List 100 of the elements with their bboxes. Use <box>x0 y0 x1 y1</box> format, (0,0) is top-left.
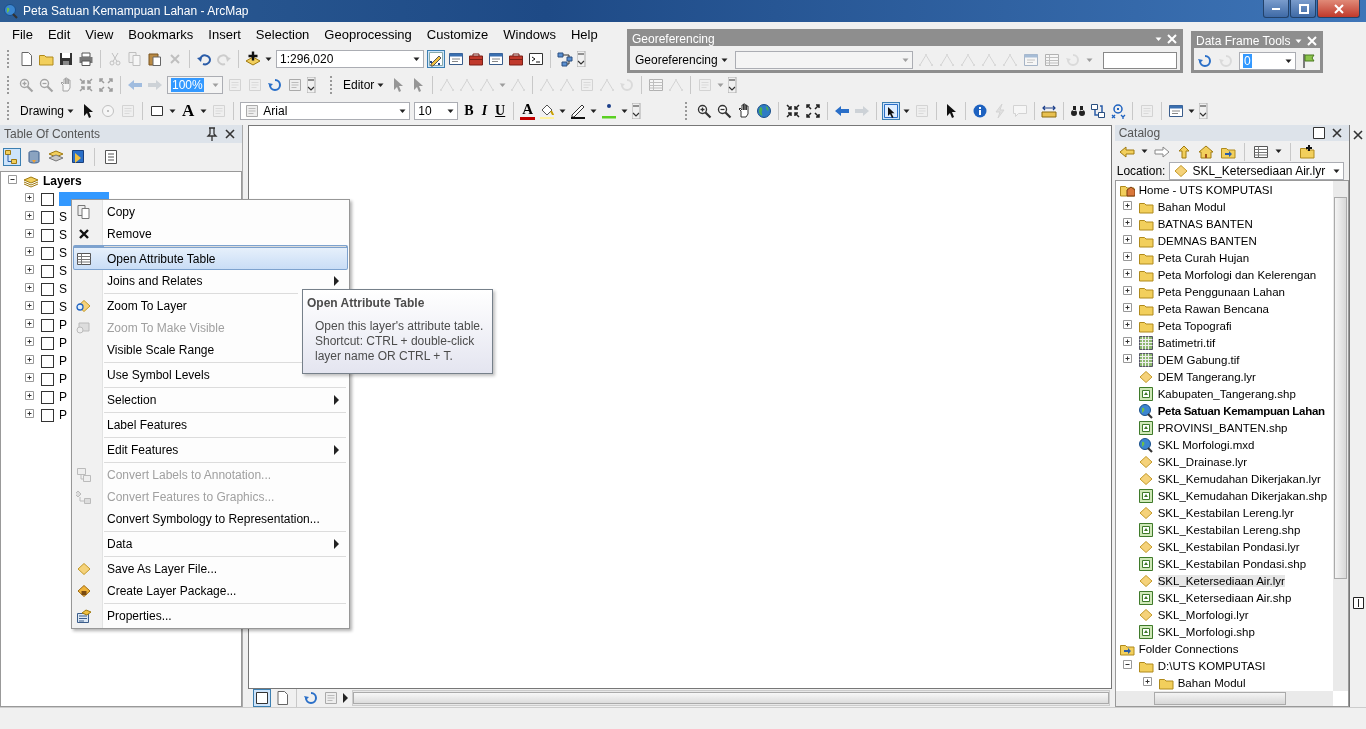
layer-label[interactable]: P <box>59 336 67 350</box>
new-document-icon[interactable] <box>18 51 34 67</box>
layer-checkbox[interactable] <box>41 408 54 422</box>
layer-label[interactable]: S <box>59 264 67 278</box>
new-folder-icon[interactable] <box>1298 143 1315 160</box>
menu-item[interactable]: Data <box>73 530 348 555</box>
font-color-button[interactable]: A <box>520 102 536 120</box>
menu-item[interactable]: Open Attribute Table <box>73 245 348 270</box>
layer-label[interactable]: S <box>59 246 67 260</box>
catalog-item[interactable]: SKL_Kemudahan Dikerjakan.shp <box>1157 489 1328 502</box>
binoculars-icon[interactable] <box>1070 103 1087 119</box>
layer-checkbox[interactable] <box>41 192 54 206</box>
list-by-drawing-order-icon[interactable] <box>4 149 20 165</box>
scroll-left-icon[interactable] <box>343 693 349 703</box>
menu-item[interactable]: Remove <box>73 223 348 245</box>
caret-icon[interactable] <box>903 108 911 114</box>
layer-checkbox[interactable] <box>41 390 54 404</box>
menu-item[interactable]: Edit <box>41 26 77 42</box>
text-field[interactable] <box>1103 51 1177 69</box>
back-arrow-icon[interactable] <box>1118 143 1135 160</box>
catalog-item[interactable]: SKL_Drainase.lyr <box>1157 455 1248 468</box>
layer-checkbox[interactable] <box>41 318 54 332</box>
catalog-item[interactable]: SKL Morfologi.mxd <box>1157 438 1255 451</box>
menu-item[interactable]: Help <box>564 26 604 42</box>
font-dropdown[interactable]: Arial <box>240 102 411 120</box>
caret-icon[interactable] <box>200 108 208 114</box>
rectangle-icon[interactable] <box>149 103 165 119</box>
select-elements-icon[interactable] <box>883 103 900 119</box>
font-size-dropdown[interactable]: 10 <box>414 102 459 120</box>
editor-menu-button[interactable]: Editor <box>341 75 387 95</box>
caret-icon[interactable] <box>559 108 567 114</box>
catalog-item[interactable]: SKL_Ketersediaan Air.lyr <box>1157 574 1285 587</box>
catalog-item[interactable]: Peta Satuan Kemampuan Lahan <box>1157 404 1325 417</box>
catalog-item[interactable]: Bahan Modul <box>1177 676 1246 689</box>
catalog-item[interactable]: Folder Connections <box>1138 642 1239 655</box>
menu-item[interactable]: Save As Layer File... <box>73 555 348 580</box>
menu-item[interactable]: Zoom To Layer <box>73 292 300 317</box>
layer-checkbox[interactable] <box>41 228 54 242</box>
menu-item[interactable]: Convert Symbology to Representation... <box>73 508 348 530</box>
catalog-item[interactable]: Kabupaten_Tangerang.shp <box>1157 387 1296 400</box>
maximize-icon[interactable] <box>1311 125 1327 141</box>
catalog-item[interactable]: SKL_Kestabilan Lereng.shp <box>1157 523 1301 536</box>
layer-label[interactable]: S <box>59 300 67 314</box>
catalog-item[interactable]: Bahan Modul <box>1157 200 1226 213</box>
caret-icon[interactable] <box>1140 149 1148 154</box>
catalog-item[interactable]: Peta Topografi <box>1157 319 1232 332</box>
options-icon[interactable] <box>103 149 119 165</box>
layer-checkbox[interactable] <box>41 246 54 260</box>
menu-item[interactable]: Windows <box>497 26 562 42</box>
flag-icon[interactable] <box>1301 53 1317 69</box>
layer-group-label[interactable]: Layers <box>43 174 82 188</box>
catalog-item[interactable]: D:\UTS KOMPUTASI <box>1157 659 1266 672</box>
drawing-menu-button[interactable]: Drawing <box>18 101 76 121</box>
info-icon[interactable] <box>972 103 989 119</box>
scale-dropdown[interactable]: 1:296,020 <box>276 50 424 68</box>
globe-icon[interactable] <box>756 103 773 119</box>
arrows-out-icon[interactable] <box>805 103 822 119</box>
bold-button[interactable]: B <box>462 101 476 121</box>
menu-item[interactable]: Edit Features <box>73 436 348 461</box>
menu-item[interactable]: Copy <box>73 201 348 223</box>
node-graph-icon[interactable] <box>557 51 573 67</box>
text-tool-button[interactable]: A <box>180 101 197 121</box>
catalog-item[interactable]: Peta Penggunaan Lahan <box>1157 285 1285 298</box>
selection-icon[interactable] <box>70 149 86 165</box>
italic-button[interactable]: I <box>479 101 490 121</box>
catalog-item[interactable]: SKL_Ketersediaan Air.shp <box>1157 591 1292 604</box>
back-arrow-icon[interactable] <box>834 103 851 119</box>
zoom-out-icon[interactable] <box>716 103 733 119</box>
restore-button[interactable] <box>1290 0 1316 18</box>
arrows-in-icon[interactable] <box>785 103 802 119</box>
menu-item[interactable]: Create Layer Package... <box>73 580 348 602</box>
catalog-item[interactable]: SKL_Morfologi.shp <box>1157 625 1255 638</box>
horizontal-scrollbar[interactable] <box>352 690 1110 706</box>
layer-checkbox[interactable] <box>41 354 54 368</box>
catalog-item[interactable]: SKL_Morfologi.lyr <box>1157 608 1249 621</box>
layer-checkbox[interactable] <box>41 282 54 296</box>
menu-item[interactable]: Insert <box>202 26 247 42</box>
menu-item[interactable]: Bookmarks <box>122 26 200 42</box>
underline-button[interactable]: U <box>493 101 508 121</box>
zoom-in-icon[interactable] <box>696 103 713 119</box>
layer-label[interactable]: P <box>59 372 67 386</box>
layer-label[interactable]: P <box>59 318 67 332</box>
layer-label[interactable]: P <box>59 354 67 368</box>
layer-checkbox[interactable] <box>41 372 54 386</box>
catalog-item[interactable]: DEMNAS BANTEN <box>1157 234 1257 247</box>
menu-item[interactable]: Visible Scale Range <box>73 339 300 361</box>
catalog-item[interactable]: DEM Tangerang.lyr <box>1157 370 1256 383</box>
forward-arrow-icon[interactable] <box>1153 143 1170 160</box>
minimize-button[interactable] <box>1263 0 1289 18</box>
catalog-item[interactable]: SKL_Kestabilan Lereng.lyr <box>1157 506 1294 519</box>
fill-color-icon[interactable] <box>539 103 556 119</box>
layer-label[interactable]: S <box>59 210 67 224</box>
panel-icon[interactable] <box>1350 595 1366 611</box>
menu-item[interactable]: Geoprocessing <box>318 26 418 42</box>
undo-icon[interactable] <box>196 51 212 67</box>
layer-label[interactable]: P <box>59 390 67 404</box>
caret-icon[interactable] <box>1274 149 1282 154</box>
menu-item[interactable]: View <box>79 26 120 42</box>
caret-icon[interactable] <box>621 108 629 114</box>
catalog-item[interactable]: SKL_Kestabilan Pondasi.shp <box>1157 557 1307 570</box>
